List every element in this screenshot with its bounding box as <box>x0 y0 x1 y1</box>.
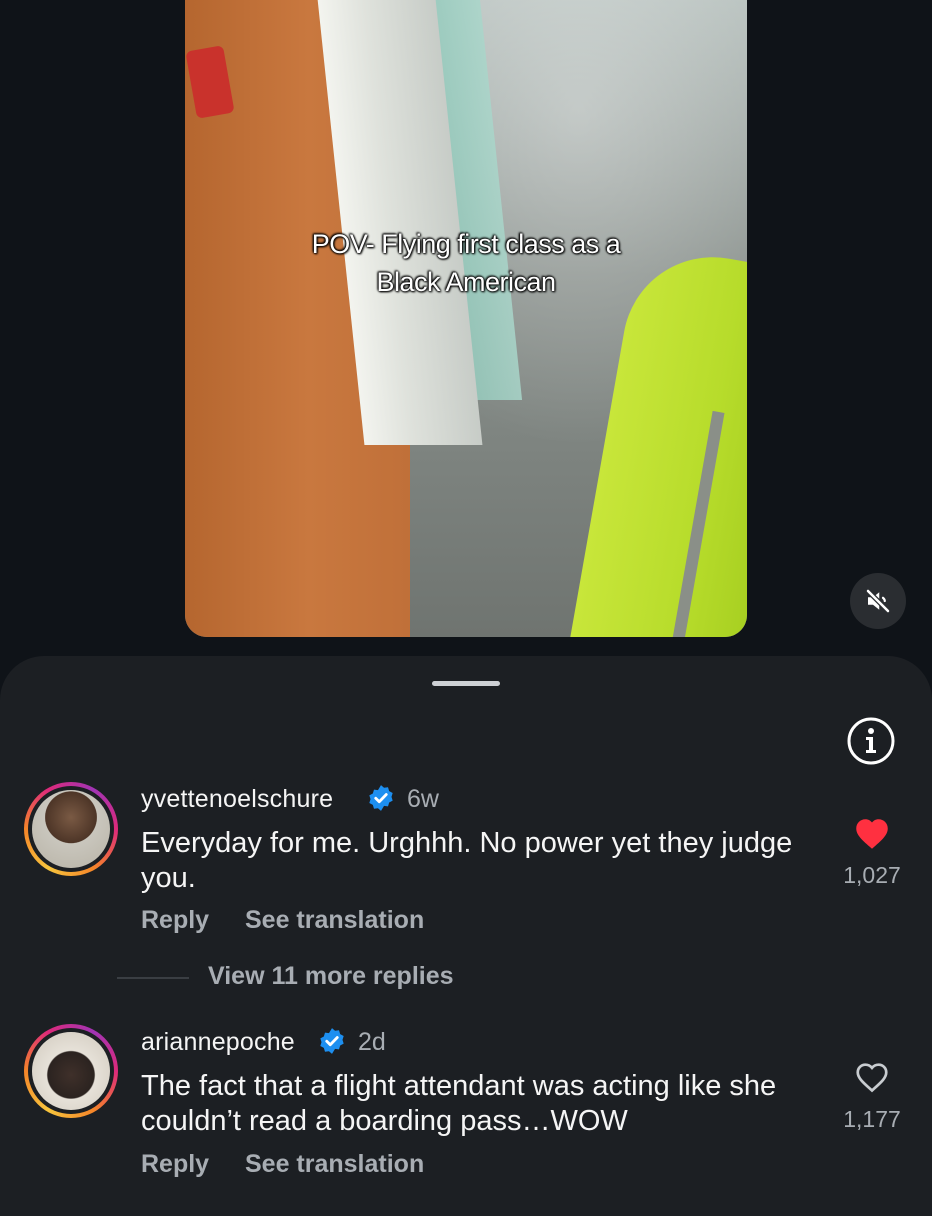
see-translation-button[interactable]: See translation <box>245 906 424 935</box>
see-translation-button[interactable]: See translation <box>245 1150 424 1179</box>
comment-age: 6w <box>407 785 439 813</box>
like-count: 1,177 <box>843 1106 901 1132</box>
verified-badge-icon <box>320 1028 344 1054</box>
video-caption: POV- Flying first class as a Black Ameri… <box>185 225 747 301</box>
reply-button[interactable]: Reply <box>141 1150 209 1179</box>
video-player[interactable] <box>185 0 747 637</box>
reply-button[interactable]: Reply <box>141 906 209 935</box>
heart-outline-icon[interactable] <box>854 1060 890 1094</box>
info-button[interactable] <box>846 716 896 766</box>
comment-text: Everyday for me. Urghhh. No power yet th… <box>141 827 793 894</box>
mute-button[interactable] <box>850 573 906 629</box>
verified-badge-icon <box>369 785 393 811</box>
comment-age: 2d <box>358 1028 386 1056</box>
sheet-drag-handle[interactable] <box>432 681 500 686</box>
caption-line-1: POV- Flying first class as a <box>311 229 621 259</box>
replies-divider <box>117 977 189 979</box>
speaker-muted-icon <box>866 589 890 613</box>
comment-avatar-ring[interactable] <box>24 782 118 876</box>
comment-username[interactable]: yvettenoelschure <box>141 785 333 814</box>
like-count: 1,027 <box>843 862 901 888</box>
view-more-replies-button[interactable]: View 11 more replies <box>208 962 454 991</box>
avatar <box>32 790 110 868</box>
caption-line-2: Black American <box>376 267 556 297</box>
info-icon <box>847 717 895 765</box>
heart-filled-icon[interactable] <box>854 816 890 850</box>
comment-avatar-ring[interactable] <box>24 1024 118 1118</box>
avatar <box>32 1032 110 1110</box>
comment-text: The fact that a flight attendant was act… <box>141 1070 777 1137</box>
comment-username[interactable]: ariannepoche <box>141 1028 295 1057</box>
